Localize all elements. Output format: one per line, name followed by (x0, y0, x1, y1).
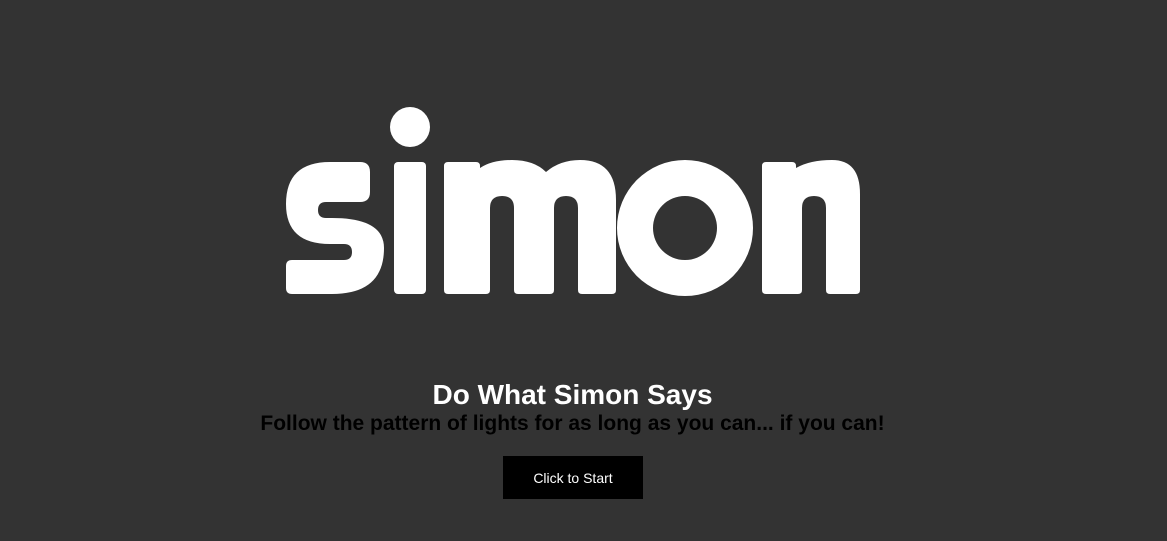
start-button[interactable]: Click to Start (503, 456, 643, 499)
game-title: Do What Simon Says (432, 379, 713, 410)
simon-logo: simon (286, 107, 860, 296)
game-instructions: Follow the pattern of lights for as long… (260, 412, 885, 435)
